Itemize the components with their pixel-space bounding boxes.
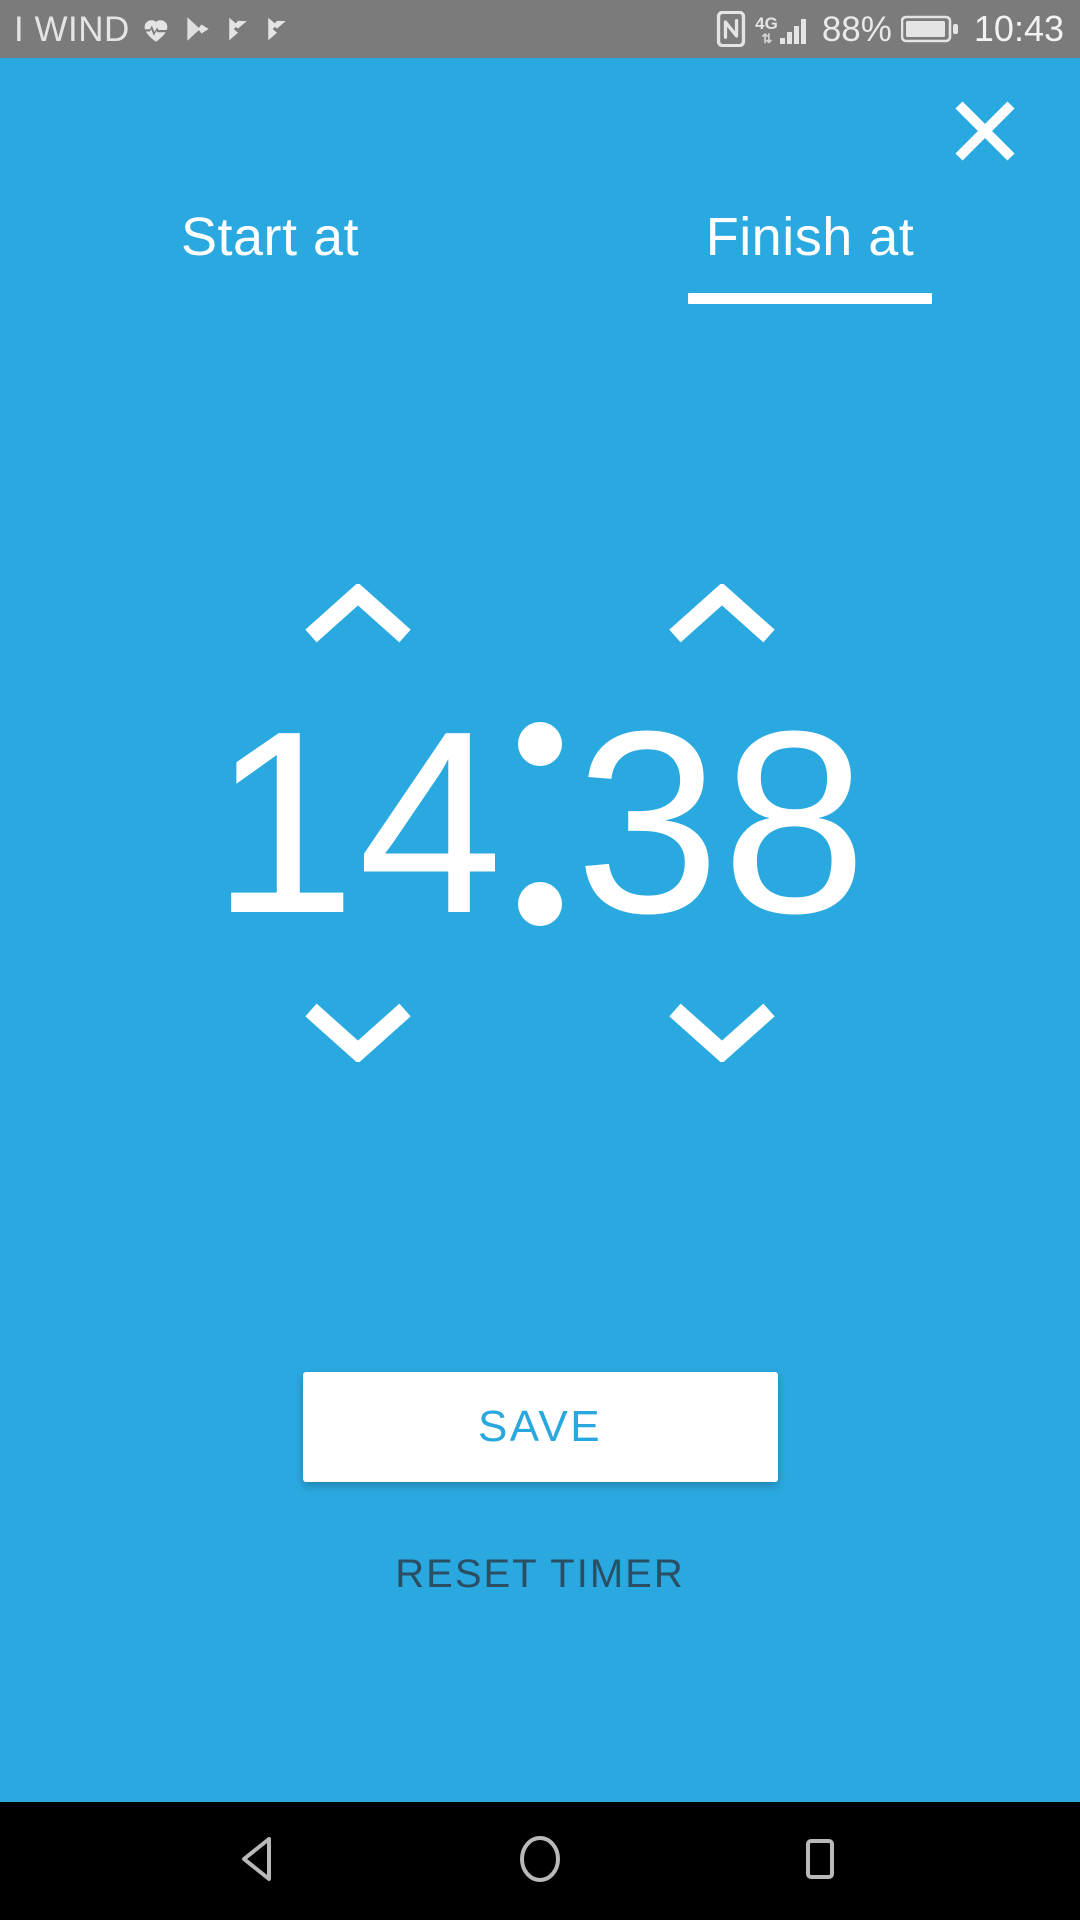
back-triangle-icon: [233, 1832, 287, 1891]
heartbeat-icon: [139, 12, 173, 46]
android-nav-bar: [0, 1802, 1080, 1920]
app-screen: I WIND 4G ⇅ 88% 10:43 Start at Finish at…: [0, 0, 1080, 1920]
hours-decrement-button[interactable]: [293, 993, 423, 1073]
battery-icon: [900, 13, 961, 45]
status-bar-left: I WIND: [14, 12, 716, 47]
recents-square-icon: [793, 1832, 847, 1891]
data-arrows-icon: ⇅: [761, 31, 773, 46]
header-bar: [0, 58, 1080, 208]
status-bar-right: 4G ⇅ 88% 10:43: [716, 11, 1064, 47]
close-button[interactable]: [942, 90, 1028, 176]
time-picker-area: 14 38: [0, 338, 1080, 1372]
nav-back-button[interactable]: [200, 1802, 320, 1920]
chevron-up-icon: [303, 582, 413, 651]
home-circle-icon: [513, 1832, 567, 1891]
hours-value[interactable]: 14: [211, 657, 504, 993]
chevron-up-icon: [667, 582, 777, 651]
network-type-label: 4G ⇅: [755, 14, 778, 46]
close-icon: [949, 95, 1021, 172]
nav-home-button[interactable]: [480, 1802, 600, 1920]
time-picker: 14 38: [0, 577, 1080, 1073]
reset-timer-button[interactable]: RESET TIMER: [375, 1540, 704, 1608]
hours-increment-button[interactable]: [293, 577, 423, 657]
nfc-icon: [716, 11, 746, 47]
tab-finish-at-label: Finish at: [705, 207, 915, 267]
battery-percent-label: 88%: [821, 9, 892, 49]
network-status: 4G ⇅: [755, 13, 813, 45]
nav-recents-button[interactable]: [760, 1802, 880, 1920]
play-store-icon: [182, 13, 214, 45]
tab-finish-at[interactable]: Finish at: [540, 207, 1080, 305]
tab-start-at[interactable]: Start at: [0, 207, 540, 304]
status-bar-clock: 10:43: [973, 8, 1064, 49]
minutes-value[interactable]: 38: [575, 657, 868, 993]
tab-finish-at-underline: [688, 293, 932, 305]
save-button-label: SAVE: [477, 1402, 603, 1451]
minutes-decrement-button[interactable]: [657, 993, 787, 1073]
signal-bars-icon: [779, 13, 813, 45]
minutes-increment-button[interactable]: [657, 577, 787, 657]
tab-bar: Start at Finish at: [0, 207, 1080, 338]
minutes-stepper: 38: [552, 577, 892, 1073]
tab-start-at-label: Start at: [180, 207, 360, 267]
play-store-update-icon: [262, 14, 292, 44]
hours-stepper: 14: [188, 577, 528, 1073]
status-bar: I WIND 4G ⇅ 88% 10:43: [0, 0, 1080, 58]
chevron-down-icon: [303, 1000, 413, 1067]
play-store-update-icon: [223, 14, 253, 44]
reset-timer-label: RESET TIMER: [395, 1552, 685, 1596]
chevron-down-icon: [667, 1000, 777, 1067]
carrier-label: I WIND: [14, 9, 130, 49]
action-area: SAVE RESET TIMER: [0, 1372, 1080, 1802]
save-button[interactable]: SAVE: [302, 1372, 778, 1482]
